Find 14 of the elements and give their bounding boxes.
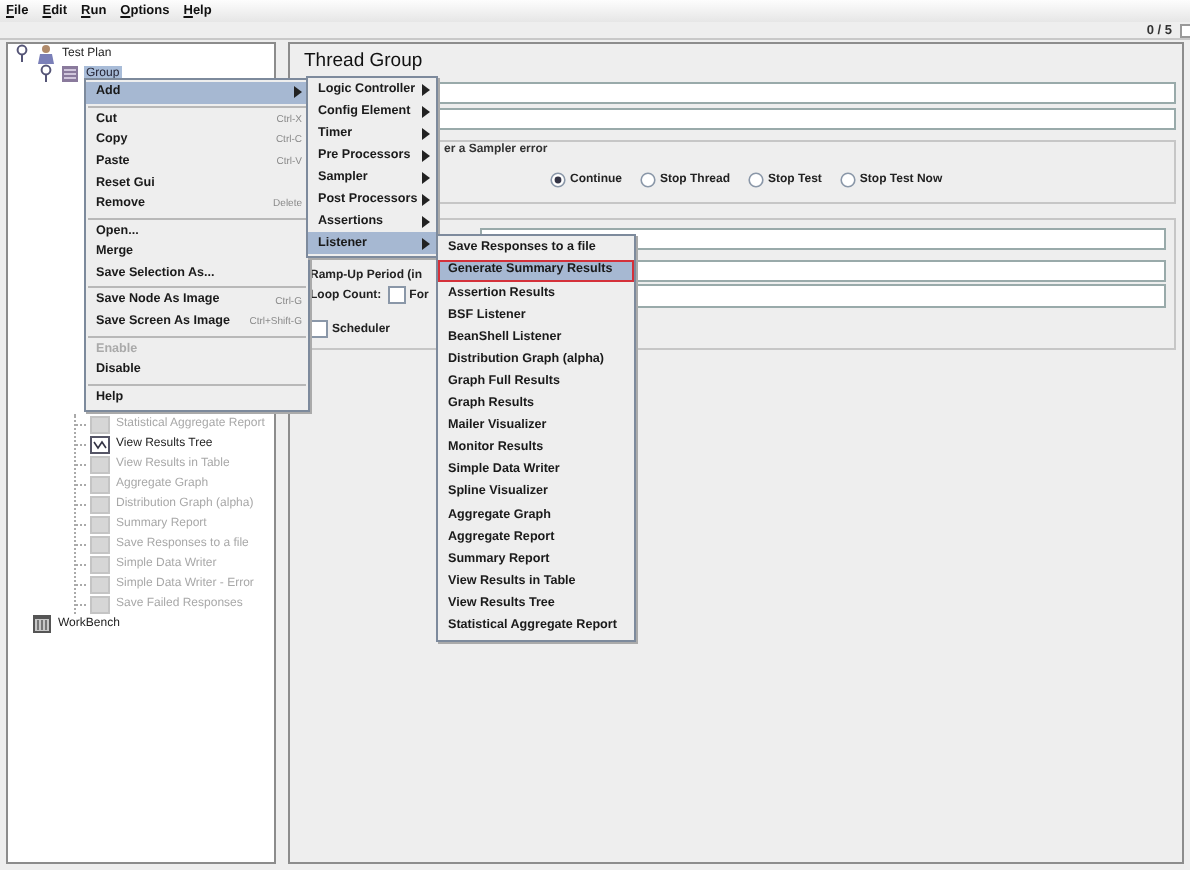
radio-icon (550, 172, 566, 188)
panel-title: Thread Group (304, 50, 423, 72)
chart-window-icon (90, 435, 110, 453)
window-icon (90, 415, 110, 433)
indicator-icon (1180, 23, 1190, 37)
radio-icon (640, 172, 656, 188)
radio-icon (748, 172, 765, 188)
radio-icon (839, 172, 856, 188)
checkbox-icon (310, 320, 328, 338)
test-plan-icon (36, 44, 56, 64)
spool-icon (60, 64, 80, 84)
checkbox-icon (387, 286, 406, 304)
submenu-arrow-icon (294, 86, 302, 99)
bench-icon (32, 614, 52, 634)
